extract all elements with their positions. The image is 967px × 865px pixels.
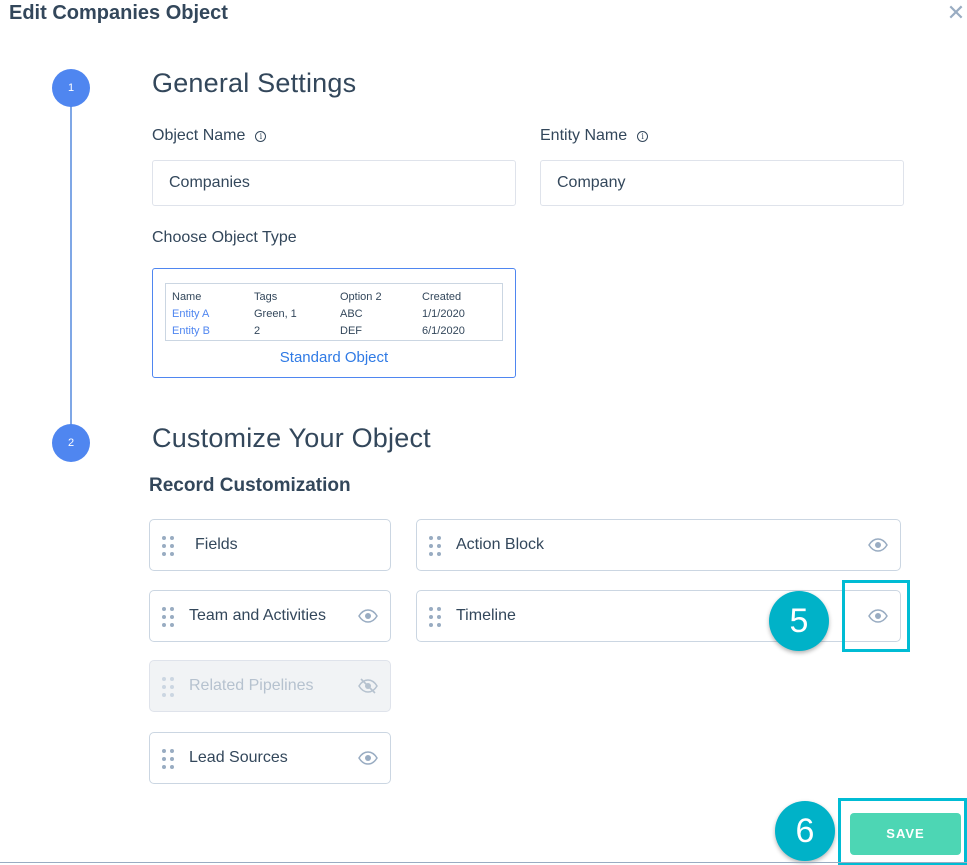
modal-title: Edit Companies Object [9, 2, 228, 24]
preview-cell: Entity B [172, 324, 210, 337]
standard-object-label: Standard Object [279, 349, 389, 366]
general-settings-heading: General Settings [152, 68, 357, 98]
object-preview-table: Name Tags Option 2 Created Entity A Gree… [165, 283, 503, 341]
preview-cell: Green, 1 [254, 307, 297, 320]
card-fields[interactable]: Fields [149, 519, 391, 571]
eye-icon[interactable] [868, 537, 888, 553]
step-2-indicator: 2 [52, 424, 90, 462]
standard-object-card[interactable]: Name Tags Option 2 Created Entity A Gree… [152, 268, 516, 378]
eye-icon[interactable] [358, 750, 378, 766]
object-name-label: Object Name i [152, 127, 267, 145]
card-action-block[interactable]: Action Block [416, 519, 901, 571]
info-icon[interactable]: i [255, 131, 267, 142]
preview-cell: 1/1/2020 [422, 307, 465, 320]
object-name-label-text: Object Name [152, 127, 246, 144]
customize-object-heading: Customize Your Object [152, 423, 431, 453]
preview-cell: Entity A [172, 307, 210, 320]
info-icon[interactable]: i [637, 131, 649, 142]
save-button[interactable]: SAVE [850, 813, 961, 855]
drag-handle-icon[interactable] [429, 607, 443, 627]
card-lead-sources[interactable]: Lead Sources [149, 732, 391, 784]
entity-name-label-text: Entity Name [540, 127, 628, 144]
preview-cell: ABC [340, 307, 363, 320]
preview-header-cell: Name [172, 290, 202, 303]
card-label: Lead Sources [189, 749, 288, 766]
entity-name-input[interactable] [540, 160, 904, 206]
preview-row: Entity A Green, 1 ABC 1/1/2020 [166, 305, 502, 322]
preview-cell: 2 [254, 324, 261, 337]
preview-header-cell: Created [422, 290, 462, 303]
preview-cell: 6/1/2020 [422, 324, 465, 337]
card-team-and-activities[interactable]: Team and Activities [149, 590, 391, 642]
preview-cell: DEF [340, 324, 362, 337]
eye-icon[interactable] [358, 608, 378, 624]
preview-header-cell: Tags [254, 290, 278, 303]
card-label: Action Block [456, 536, 545, 553]
stepper-line [70, 90, 72, 440]
choose-object-type-label: Choose Object Type [152, 229, 297, 246]
step-badge-5: 5 [769, 591, 829, 651]
card-label: Fields [195, 536, 238, 553]
card-label: Related Pipelines [189, 677, 314, 694]
drag-handle-icon[interactable] [162, 749, 176, 769]
close-icon[interactable]: ✕ [945, 0, 967, 26]
drag-handle-icon[interactable] [162, 607, 176, 627]
card-related-pipelines[interactable]: Related Pipelines [149, 660, 391, 712]
card-label: Timeline [456, 607, 516, 624]
drag-handle-icon[interactable] [162, 536, 176, 556]
eye-slash-icon[interactable] [358, 678, 378, 694]
card-label: Team and Activities [189, 607, 326, 624]
step-1-indicator: 1 [52, 69, 90, 107]
step-badge-6: 6 [775, 801, 835, 861]
preview-header-row: Name Tags Option 2 Created [166, 288, 502, 305]
drag-handle-icon[interactable] [429, 536, 443, 556]
record-customization-heading: Record Customization [149, 475, 351, 496]
object-name-input[interactable] [152, 160, 516, 206]
entity-name-label: Entity Name i [540, 127, 649, 145]
drag-handle-icon[interactable] [162, 677, 176, 697]
preview-header-cell: Option 2 [340, 290, 382, 303]
highlight-box-eye [842, 580, 910, 652]
footer-divider [0, 862, 967, 863]
preview-row: Entity B 2 DEF 6/1/2020 [166, 322, 502, 339]
